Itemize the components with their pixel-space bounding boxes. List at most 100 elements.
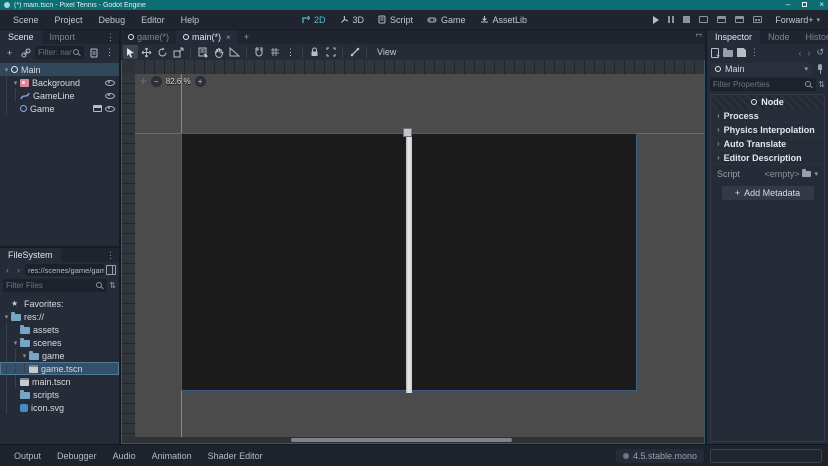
play-button[interactable] (653, 16, 659, 24)
maximize-button[interactable] (802, 1, 807, 9)
version-button[interactable]: 4.5.stable.mono (616, 449, 704, 463)
fs-file-icon-svg[interactable]: icon.svg (0, 401, 119, 414)
file-filter-input[interactable] (6, 281, 95, 290)
attach-script-button[interactable] (87, 46, 100, 59)
current-path[interactable]: res://scenes/game/game.t (25, 264, 104, 276)
menu-editor[interactable]: Editor (134, 12, 172, 28)
scene-node-gameline[interactable]: GameLine (0, 89, 119, 102)
object-history-icon[interactable]: ↺ (816, 47, 824, 58)
nav-back-icon[interactable]: ‹ (3, 265, 12, 275)
scene-node-game[interactable]: Game (0, 102, 119, 115)
rotate-tool-button[interactable] (155, 45, 170, 59)
load-script-icon[interactable] (802, 171, 811, 177)
canvas-2d[interactable]: ✛ − 82.6 % + (135, 74, 704, 437)
fs-res-root[interactable]: ▾ res:// (0, 310, 119, 323)
grid-snap-button[interactable] (267, 45, 282, 59)
zoom-percentage[interactable]: 82.6 % (166, 77, 191, 86)
workspace-tab-3d[interactable]: 3D (339, 15, 364, 25)
tab-filesystem[interactable]: FileSystem (0, 248, 61, 262)
history-forward-icon[interactable]: › (807, 48, 810, 58)
nav-forward-icon[interactable]: › (14, 265, 23, 275)
zoom-in-button[interactable]: + (195, 76, 206, 87)
line-point-handle[interactable] (403, 128, 412, 137)
filesystem-dock-menu-icon[interactable]: ⋮ (102, 250, 119, 261)
expander-icon[interactable]: ▾ (2, 66, 11, 74)
new-scene-tab-button[interactable]: + (238, 32, 255, 42)
close-tab-icon[interactable]: × (226, 33, 231, 42)
node-selector[interactable]: Main ▾ (711, 63, 812, 76)
expander-icon[interactable]: ▾ (2, 313, 11, 321)
movie-maker-button[interactable] (753, 16, 762, 23)
zoom-out-button[interactable]: − (151, 76, 162, 87)
menu-debug[interactable]: Debug (92, 12, 133, 28)
scene-tree-menu-icon[interactable]: ⋮ (103, 46, 116, 59)
script-property-value[interactable]: <empty> (764, 169, 799, 179)
split-view-icon[interactable] (106, 265, 116, 275)
visibility-eye-icon[interactable] (105, 78, 115, 87)
workspace-tab-assetlib[interactable]: AssetLib (480, 15, 528, 25)
play-scene-button[interactable] (717, 16, 726, 23)
menu-scene[interactable]: Scene (6, 12, 46, 28)
pause-button[interactable] (668, 16, 674, 23)
scene-filter-input[interactable] (38, 48, 72, 57)
scrollbar-thumb[interactable] (291, 438, 512, 442)
fs-folder-scenes[interactable]: ▾ scenes (0, 336, 119, 349)
tab-history[interactable]: History (798, 30, 828, 44)
fs-file-game-tscn[interactable]: game.tscn (0, 362, 119, 375)
scene-node-background[interactable]: ▾ Background (0, 76, 119, 89)
inspector-pin-icon[interactable] (816, 64, 824, 74)
skeleton-options-button[interactable] (347, 45, 362, 59)
renderer-dropdown[interactable]: Forward+ ▾ (775, 15, 820, 25)
instance-scene-button[interactable] (19, 46, 32, 59)
remote-debug-button[interactable] (699, 16, 708, 23)
visibility-eye-icon[interactable] (105, 104, 115, 113)
scene-node-main[interactable]: ▾ Main (0, 63, 119, 76)
pan-tool-button[interactable] (211, 45, 226, 59)
expander-icon[interactable]: ▾ (20, 352, 29, 360)
workspace-tab-script[interactable]: Script (378, 15, 413, 25)
scene-tab-game[interactable]: game(*) (121, 30, 176, 44)
group-node-button[interactable] (323, 45, 338, 59)
workspace-tab-game[interactable]: Game (427, 15, 466, 25)
ruler-tool-button[interactable] (227, 45, 242, 59)
add-metadata-button[interactable]: + Add Metadata (722, 186, 814, 200)
lock-node-button[interactable] (307, 45, 322, 59)
panel-debugger[interactable]: Debugger (49, 448, 105, 464)
menu-help[interactable]: Help (174, 12, 207, 28)
fs-folder-game[interactable]: ▾ game (0, 349, 119, 362)
expander-icon[interactable]: ▾ (11, 79, 20, 87)
tab-inspector[interactable]: Inspector (707, 30, 760, 44)
section-process[interactable]: › Process (711, 109, 824, 123)
expand-viewport-icon[interactable]: ⌜⌝ (696, 33, 702, 42)
new-resource-icon[interactable] (711, 48, 719, 58)
gameline-node[interactable] (406, 133, 412, 393)
horizontal-scrollbar[interactable] (122, 437, 704, 443)
visibility-eye-icon[interactable] (105, 91, 115, 100)
panel-shader-editor[interactable]: Shader Editor (200, 448, 271, 464)
tab-node[interactable]: Node (760, 30, 798, 44)
chevron-down-icon[interactable]: ▾ (814, 170, 818, 178)
scene-tab-main[interactable]: main(*) × (176, 30, 238, 44)
save-resource-icon[interactable] (737, 48, 746, 57)
load-resource-icon[interactable] (723, 50, 733, 57)
resource-options-menu-icon[interactable]: ⋮ (750, 47, 759, 58)
fs-file-main-tscn[interactable]: main.tscn (0, 375, 119, 388)
sort-files-icon[interactable]: ⇅ (109, 281, 116, 290)
expander-icon[interactable]: ▾ (11, 339, 20, 347)
menu-project[interactable]: Project (48, 12, 90, 28)
list-select-button[interactable] (195, 45, 210, 59)
property-sort-icon[interactable]: ⇅ (818, 80, 825, 89)
view-menu-button[interactable]: View (371, 47, 402, 57)
workspace-tab-2d[interactable]: 2D (301, 15, 326, 25)
minimize-button[interactable]: – (786, 1, 790, 9)
panel-audio[interactable]: Audio (105, 448, 144, 464)
category-node[interactable]: Node (711, 95, 824, 109)
panel-output[interactable]: Output (6, 448, 49, 464)
fs-folder-scripts[interactable]: scripts (0, 388, 119, 401)
smart-snap-button[interactable] (251, 45, 266, 59)
move-tool-button[interactable] (139, 45, 154, 59)
fs-favorites[interactable]: ★ Favorites: (0, 297, 119, 310)
fs-folder-assets[interactable]: assets (0, 323, 119, 336)
scene-dock-menu-icon[interactable]: ⋮ (102, 32, 119, 43)
select-tool-button[interactable] (123, 45, 138, 59)
